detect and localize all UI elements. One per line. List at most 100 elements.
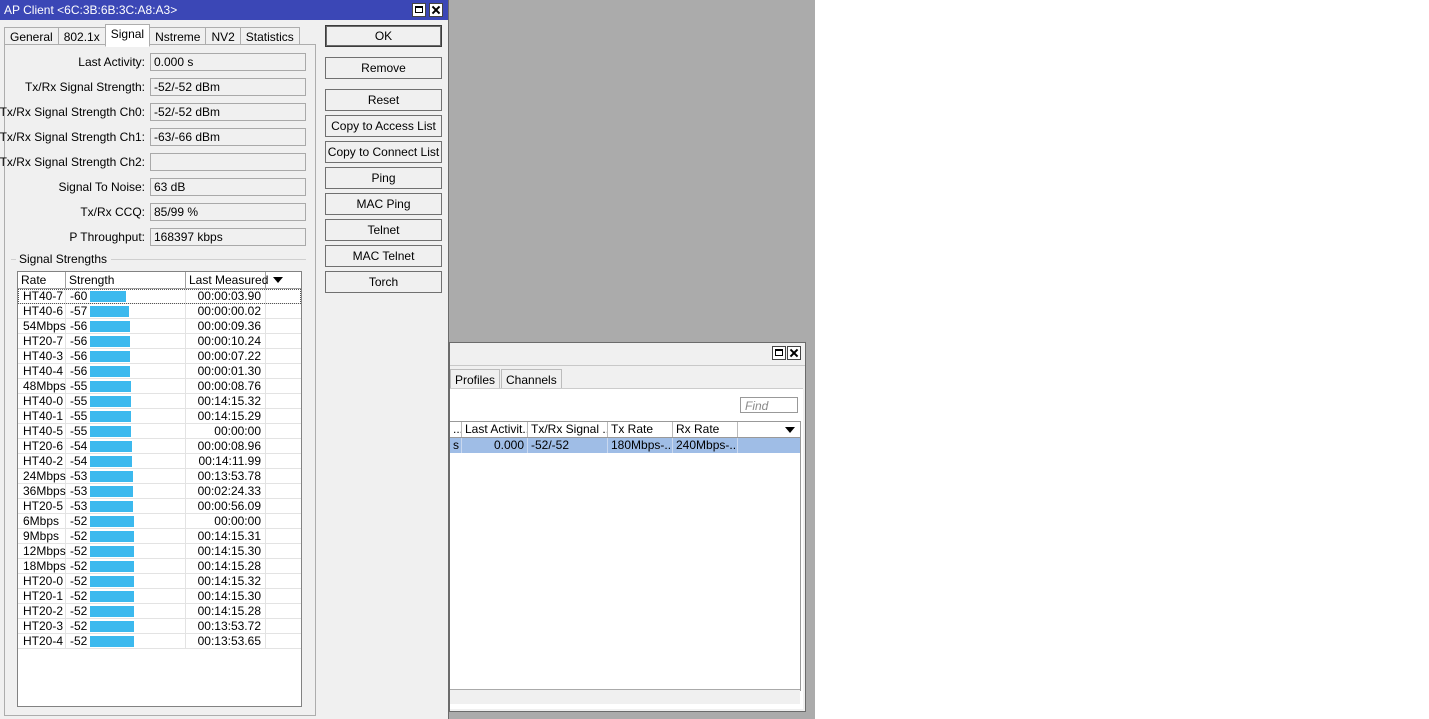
table-row[interactable]: 24Mbps -53 00:13:53.78 <box>18 469 301 484</box>
field-label: P Throughput: <box>69 230 145 244</box>
cell-rate: HT20-3 <box>18 619 66 633</box>
field-value[interactable] <box>150 153 306 171</box>
strength-value: -56 <box>70 349 88 363</box>
column-header-rate[interactable]: Rate <box>18 272 66 288</box>
table-row[interactable]: HT40-6 -57 00:00:00.02 <box>18 304 301 319</box>
cell-strength: -52 <box>66 604 186 618</box>
cell-rate: 9Mbps <box>18 529 66 543</box>
reset-button[interactable]: Reset <box>325 89 442 111</box>
column-header-strength[interactable]: Strength <box>66 272 186 288</box>
cell-strength: -54 <box>66 439 186 453</box>
cell-strength: -53 <box>66 484 186 498</box>
cell-rate: HT40-0 <box>18 394 66 408</box>
cell-rate: 12Mbps <box>18 544 66 558</box>
cell-last-measured: 00:00:56.09 <box>186 499 266 513</box>
table-row[interactable]: HT40-0 -55 00:14:15.32 <box>18 394 301 409</box>
cell-empty <box>266 349 301 363</box>
strength-value: -57 <box>70 304 88 318</box>
table-row[interactable]: 12Mbps -52 00:14:15.30 <box>18 544 301 559</box>
table-row[interactable]: 6Mbps -52 00:00:00 <box>18 514 301 529</box>
remove-button[interactable]: Remove <box>325 57 442 79</box>
table-row[interactable]: 48Mbps -55 00:00:08.76 <box>18 379 301 394</box>
table-row[interactable]: HT40-3 -56 00:00:07.22 <box>18 349 301 364</box>
torch-button[interactable]: Torch <box>325 271 442 293</box>
field-signal-strength-ch1: Tx/Rx Signal Strength Ch1: -63/-66 dBm <box>0 128 313 146</box>
table-row[interactable]: 54Mbps -56 00:00:09.36 <box>18 319 301 334</box>
table-row[interactable]: HT40-5 -55 00:00:00 <box>18 424 301 439</box>
table-row[interactable]: HT40-4 -56 00:00:01.30 <box>18 364 301 379</box>
strength-bar <box>90 485 133 497</box>
table-row[interactable]: HT20-4 -52 00:13:53.65 <box>18 634 301 649</box>
table-row[interactable]: HT20-2 -52 00:14:15.28 <box>18 604 301 619</box>
strength-bar <box>90 620 134 632</box>
column-header-last-activity[interactable]: Last Activit... <box>462 422 528 437</box>
cell-strength: -56 <box>66 334 186 348</box>
strength-value: -60 <box>70 289 88 303</box>
field-value[interactable]: -63/-66 dBm <box>150 128 306 146</box>
table-row[interactable]: HT20-5 -53 00:00:56.09 <box>18 499 301 514</box>
table-row[interactable]: HT20-7 -56 00:00:10.24 <box>18 334 301 349</box>
field-value[interactable]: 85/99 % <box>150 203 306 221</box>
strength-value: -56 <box>70 319 88 333</box>
copy-to-connect-list-button[interactable]: Copy to Connect List <box>325 141 442 163</box>
close-icon[interactable] <box>429 3 443 17</box>
table-row[interactable]: HT20-0 -52 00:14:15.32 <box>18 574 301 589</box>
signal-table-header: Rate Strength Last Measured <box>18 272 301 289</box>
ok-button[interactable]: OK <box>325 25 442 47</box>
cell-empty <box>266 544 301 558</box>
field-value[interactable]: -52/-52 dBm <box>150 78 306 96</box>
tab-signal[interactable]: Signal <box>104 24 151 47</box>
field-label: Tx/Rx Signal Strength Ch1: <box>0 130 145 144</box>
copy-to-access-list-button[interactable]: Copy to Access List <box>325 115 442 137</box>
field-value[interactable]: 63 dB <box>150 178 306 196</box>
telnet-button[interactable]: Telnet <box>325 219 442 241</box>
column-header-truncated[interactable]: ... <box>450 422 462 437</box>
table-row[interactable]: HT40-2 -54 00:14:11.99 <box>18 454 301 469</box>
registration-window-titlebar[interactable] <box>450 343 805 366</box>
maximize-icon[interactable] <box>412 3 426 17</box>
cell-strength: -55 <box>66 394 186 408</box>
column-chooser-icon[interactable] <box>738 422 800 437</box>
table-row[interactable]: s 0.000 -52/-52 180Mbps-... 240Mbps-... <box>450 438 800 453</box>
signal-table-body: HT40-7 -60 00:00:03.90 HT40-6 -57 00:00:00.02… <box>18 289 301 649</box>
column-chooser-icon[interactable] <box>266 272 301 288</box>
strength-bar <box>90 395 131 407</box>
column-header-last-measured[interactable]: Last Measured <box>186 272 268 288</box>
field-value[interactable]: 168397 kbps <box>150 228 306 246</box>
table-row[interactable]: HT20-3 -52 00:13:53.72 <box>18 619 301 634</box>
field-value[interactable]: 0.000 s <box>150 53 306 71</box>
signal-panel: Last Activity: 0.000 s Tx/Rx Signal Stre… <box>0 44 316 716</box>
table-row[interactable]: HT20-6 -54 00:00:08.96 <box>18 439 301 454</box>
column-header-tx-rate[interactable]: Tx Rate <box>608 422 673 437</box>
cell-rate: HT20-0 <box>18 574 66 588</box>
cell-rate: 54Mbps <box>18 319 66 333</box>
column-header-rx-rate[interactable]: Rx Rate <box>673 422 738 437</box>
column-header-signal[interactable]: Tx/Rx Signal ... <box>528 422 608 437</box>
window-titlebar[interactable]: AP Client <6C:3B:6B:3C:A8:A3> <box>0 0 448 20</box>
cell-strength: -55 <box>66 379 186 393</box>
ping-button[interactable]: Ping <box>325 167 442 189</box>
table-row[interactable]: 36Mbps -53 00:02:24.33 <box>18 484 301 499</box>
maximize-icon[interactable] <box>772 346 786 360</box>
mac-telnet-button[interactable]: MAC Telnet <box>325 245 442 267</box>
strength-value: -52 <box>70 559 88 573</box>
table-row[interactable]: 9Mbps -52 00:14:15.31 <box>18 529 301 544</box>
cell-empty <box>266 499 301 513</box>
cell-last-measured: 00:14:15.28 <box>186 604 266 618</box>
cell-empty <box>266 379 301 393</box>
field-label: Tx/Rx CCQ: <box>80 205 145 219</box>
field-value[interactable]: -52/-52 dBm <box>150 103 306 121</box>
cell-empty <box>266 619 301 633</box>
cell-empty <box>266 424 301 438</box>
field-label: Signal To Noise: <box>58 180 146 194</box>
table-row[interactable]: HT40-7 -60 00:00:03.90 <box>18 289 301 304</box>
table-row[interactable]: 18Mbps -52 00:14:15.28 <box>18 559 301 574</box>
cell-rate: HT20-5 <box>18 499 66 513</box>
strength-bar <box>90 320 130 332</box>
mac-ping-button[interactable]: MAC Ping <box>325 193 442 215</box>
table-row[interactable]: HT20-1 -52 00:14:15.30 <box>18 589 301 604</box>
close-icon[interactable] <box>787 346 801 360</box>
find-input[interactable]: Find <box>740 397 798 413</box>
strength-bar <box>90 575 134 587</box>
table-row[interactable]: HT40-1 -55 00:14:15.29 <box>18 409 301 424</box>
